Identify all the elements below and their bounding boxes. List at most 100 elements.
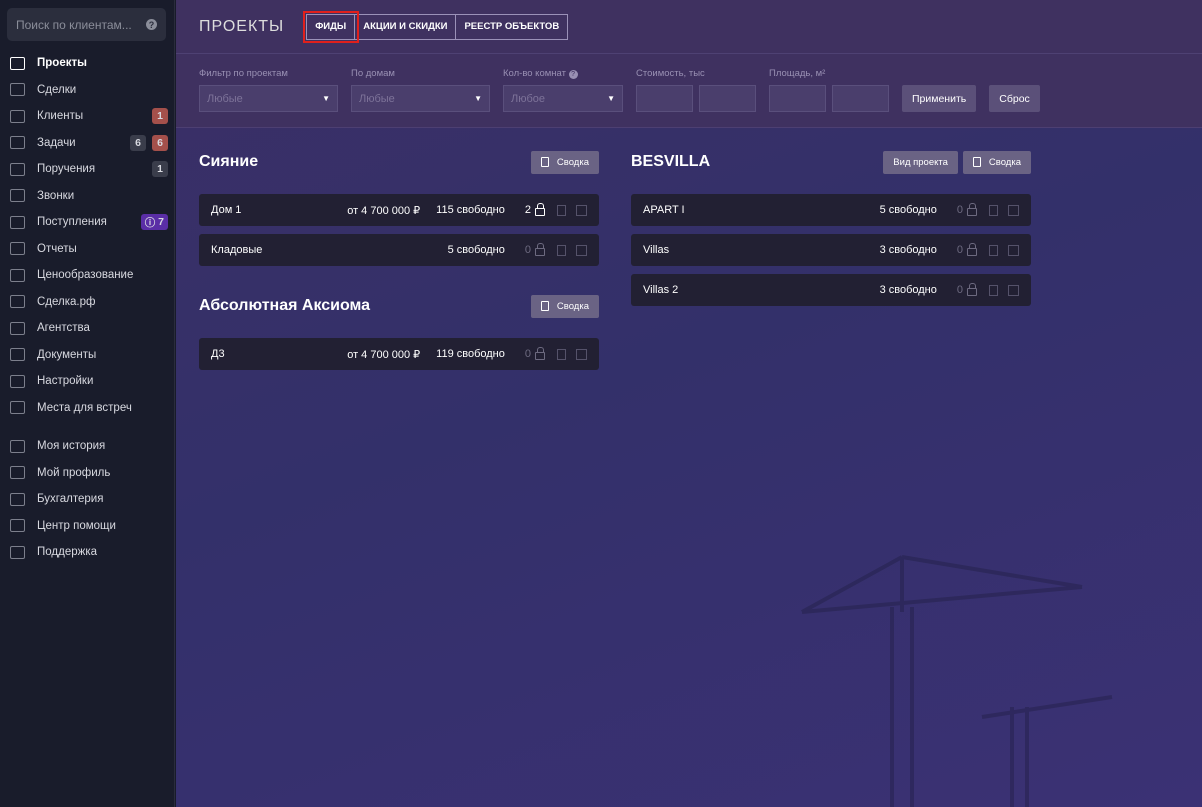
sidebar-item-label: Агентства (37, 322, 90, 335)
project-name: Абсолютная Аксиома (199, 297, 371, 314)
tab-promotions[interactable]: АКЦИИ И СКИДКИ (355, 14, 457, 39)
edit-icon[interactable] (1008, 204, 1019, 216)
sidebar-item[interactable]: Мой профиль (0, 460, 174, 487)
sidebar-item[interactable]: Настройки (0, 368, 174, 395)
edit-icon[interactable] (576, 348, 587, 360)
edit-icon[interactable] (1008, 284, 1019, 296)
sidebar-item[interactable]: Ценообразование (0, 262, 174, 289)
file-icon[interactable] (989, 284, 998, 296)
sidebar-item[interactable]: Сделка.рф (0, 289, 174, 316)
sidebar-item-label: Места для встреч (37, 401, 132, 414)
house-row[interactable]: Villas 3 свободно 0 (631, 234, 1031, 266)
sidebar-item[interactable]: Сделки (0, 77, 174, 104)
edit-icon[interactable] (1008, 244, 1019, 256)
sidebar-item-label: Сделка.рф (37, 295, 96, 308)
house-filter-select[interactable]: Любые ▼ (351, 85, 490, 112)
lock-icon[interactable] (535, 202, 545, 216)
help-icon[interactable]: ? (568, 70, 578, 79)
sidebar-item[interactable]: Бухгалтерия (0, 486, 174, 513)
free-count: 3 свободно (879, 284, 937, 296)
sidebar-item[interactable]: Поступления ⓘ 7 (0, 209, 174, 236)
house-filter-label: По домам (351, 68, 395, 79)
sidebar-item-icon (10, 519, 25, 533)
sidebar-item-label: Поступления (37, 216, 107, 229)
free-count: 115 свободно (436, 204, 505, 216)
tab-objects-registry[interactable]: РЕЕСТР ОБЪЕКТОВ (456, 15, 567, 39)
file-icon[interactable] (557, 204, 566, 216)
house-filter-value: Любые (359, 92, 395, 105)
lock-icon[interactable] (967, 202, 977, 216)
lock-icon[interactable] (535, 242, 545, 256)
file-icon[interactable] (557, 244, 566, 256)
project-name: Сияние (199, 153, 259, 170)
locked-count: 0 (956, 244, 963, 256)
project-section: Сияние Сводка Дом 1 от 4 700 000 ₽ 115 свобо… (199, 150, 599, 266)
price-to-input[interactable] (699, 85, 756, 112)
house-row[interactable]: Д3 от 4 700 000 ₽ 119 свободно 0 (199, 338, 599, 370)
locked-count: 0 (956, 284, 963, 296)
tab-feeds[interactable]: ФИДЫ (303, 10, 360, 43)
help-icon[interactable]: ? (146, 19, 157, 30)
project-section: BESVILLA Вид проекта Сводка APART I 5 свобод… (631, 150, 1031, 306)
sidebar-item-icon (10, 401, 25, 415)
house-name: APART I (643, 204, 685, 216)
summary-button[interactable]: Сводка (530, 150, 599, 174)
sidebar-item-label: Бухгалтерия (37, 493, 104, 506)
file-icon[interactable] (557, 348, 566, 360)
file-icon[interactable] (989, 244, 998, 256)
sidebar-item[interactable]: Моя история (0, 433, 174, 460)
client-search-input[interactable]: Поиск по клиентам... ? (7, 8, 166, 41)
area-filter-label: Площадь, м² (769, 68, 826, 79)
sidebar-item-label: Задачи (37, 136, 76, 149)
house-row[interactable]: Дом 1 от 4 700 000 ₽ 115 свободно 2 (199, 194, 599, 226)
locked-count: 0 (524, 244, 531, 256)
sidebar-item[interactable]: Клиенты 1 (0, 103, 174, 130)
sidebar-item-icon (10, 136, 25, 150)
sidebar-item-icon (10, 466, 25, 480)
project-filter-label: Фильтр по проектам (199, 68, 288, 79)
sidebar-item[interactable]: Центр помощи (0, 513, 174, 540)
house-name: Кладовые (211, 244, 263, 256)
locked-count: 2 (524, 204, 531, 216)
count-badge: 6 (130, 134, 146, 151)
area-from-input[interactable] (769, 85, 826, 112)
project-filter-value: Любые (207, 92, 243, 105)
edit-icon[interactable] (576, 204, 587, 216)
apply-button[interactable]: Применить (902, 85, 977, 112)
house-row[interactable]: Villas 2 3 свободно 0 (631, 274, 1031, 306)
sidebar-item-label: Сделки (37, 83, 77, 96)
rooms-filter-select[interactable]: Любое ▼ (503, 85, 623, 112)
file-icon[interactable] (989, 204, 998, 216)
sidebar-item-label: Документы (37, 348, 97, 361)
chevron-down-icon: ▼ (322, 94, 330, 103)
reset-button[interactable]: Сброс (989, 85, 1040, 112)
lock-icon[interactable] (967, 242, 977, 256)
house-row[interactable]: APART I 5 свободно 0 (631, 194, 1031, 226)
project-filter-select[interactable]: Любые ▼ (199, 85, 338, 112)
sidebar-item[interactable]: Агентства (0, 315, 174, 342)
sidebar-item[interactable]: Поддержка (0, 539, 174, 566)
price-from-input[interactable] (636, 85, 693, 112)
document-icon (540, 157, 549, 167)
view-project-button[interactable]: Вид проекта (883, 150, 958, 174)
area-to-input[interactable] (832, 85, 889, 112)
summary-button[interactable]: Сводка (530, 294, 599, 318)
sidebar-item-icon (10, 56, 25, 70)
sidebar-item-label: Настройки (37, 375, 94, 388)
summary-button[interactable]: Сводка (962, 150, 1031, 174)
sidebar-item[interactable]: Отчеты (0, 236, 174, 263)
count-badge: 1 (152, 108, 168, 125)
free-count: 5 свободно (447, 244, 505, 256)
lock-icon[interactable] (967, 282, 977, 296)
sidebar-item[interactable]: Документы (0, 342, 174, 369)
lock-icon[interactable] (535, 346, 545, 360)
sidebar-item[interactable]: Поручения 1 (0, 156, 174, 183)
house-row[interactable]: Кладовые 5 свободно 0 (199, 234, 599, 266)
sidebar-item[interactable]: Проекты (0, 50, 174, 77)
chevron-down-icon: ▼ (607, 94, 615, 103)
edit-icon[interactable] (576, 244, 587, 256)
sidebar-item[interactable]: Места для встреч (0, 395, 174, 422)
sidebar-item-icon (10, 109, 25, 123)
sidebar-item[interactable]: Звонки (0, 183, 174, 210)
sidebar-item[interactable]: Задачи 6 6 (0, 130, 174, 157)
